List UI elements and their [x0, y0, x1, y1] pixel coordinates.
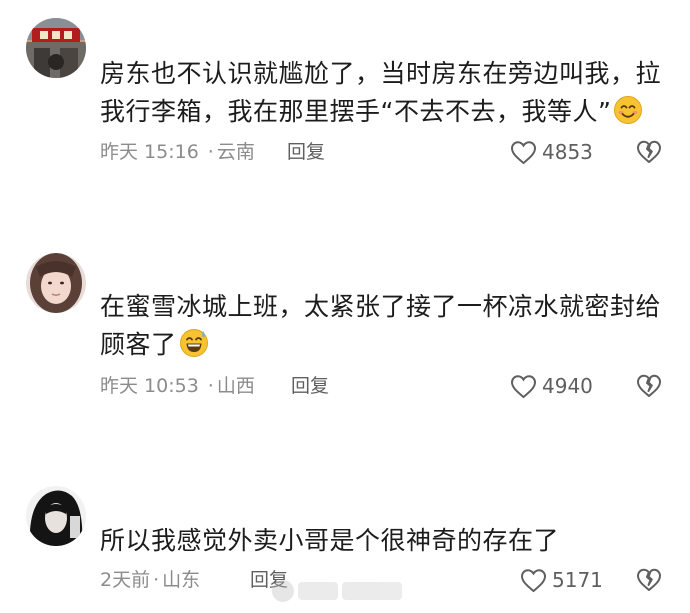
- broken-heart-icon[interactable]: [636, 567, 662, 593]
- comment-item-1: 房东也不认识就尴尬了，当时房东在旁边叫我，拉我行李箱，我在那里摆手“不去不去，我…: [0, 0, 690, 200]
- heart-icon: [510, 140, 537, 164]
- watermark-bar: [298, 582, 338, 600]
- like-count: 4940: [542, 374, 593, 398]
- comment-text-body: 所以我感觉外卖小哥是个很神奇的存在了: [100, 526, 560, 555]
- comment-meta: 2天前 · 山东: [100, 565, 200, 595]
- avatar[interactable]: [26, 18, 86, 78]
- broken-heart-icon[interactable]: [636, 373, 662, 399]
- like-button[interactable]: 5171: [520, 565, 603, 595]
- meta-separator: ·: [153, 569, 160, 591]
- watermark-logo-icon: [272, 580, 294, 602]
- comment-meta: 昨天 10:53 · 山西: [100, 371, 255, 401]
- comment-item-2: 在蜜雪冰城上班，太紧张了接了一杯凉水就密封给顾客了 昨天 10:53 · 山西 回复…: [0, 240, 690, 440]
- watermark: [272, 575, 412, 607]
- heart-icon: [520, 568, 547, 592]
- like-button[interactable]: 4853: [510, 137, 593, 167]
- broken-heart-icon[interactable]: [636, 139, 662, 165]
- avatar[interactable]: [26, 486, 86, 546]
- watermark-bar: [342, 582, 402, 600]
- comment-location: 云南: [216, 141, 255, 163]
- heart-icon: [510, 374, 537, 398]
- comment-meta: 昨天 15:16 · 云南: [100, 137, 255, 167]
- comment-location: 山西: [216, 375, 255, 397]
- like-button[interactable]: 4940: [510, 371, 593, 401]
- comment-text: 所以我感觉外卖小哥是个很神奇的存在了: [100, 522, 670, 560]
- like-count: 4853: [542, 140, 593, 164]
- comment-time: 昨天 15:16: [100, 141, 199, 163]
- comment-text: 在蜜雪冰城上班，太紧张了接了一杯凉水就密封给顾客了: [100, 288, 670, 364]
- smiling-face-emoji-icon: [614, 96, 643, 124]
- reply-button[interactable]: 回复: [291, 371, 329, 401]
- comment-time: 2天前: [100, 569, 151, 591]
- avatar[interactable]: [26, 253, 86, 313]
- meta-separator: ·: [207, 375, 214, 397]
- reply-button[interactable]: 回复: [287, 137, 325, 167]
- comment-time: 昨天 10:53: [100, 375, 199, 397]
- grinning-sweat-emoji-icon: [179, 329, 208, 357]
- like-count: 5171: [552, 568, 603, 592]
- meta-separator: ·: [207, 141, 214, 163]
- comment-text-body: 房东也不认识就尴尬了，当时房东在旁边叫我，拉我行李箱，我在那里摆手“不去不去，我…: [100, 59, 662, 126]
- comment-text: 房东也不认识就尴尬了，当时房东在旁边叫我，拉我行李箱，我在那里摆手“不去不去，我…: [100, 55, 670, 131]
- comment-location: 山东: [162, 569, 201, 591]
